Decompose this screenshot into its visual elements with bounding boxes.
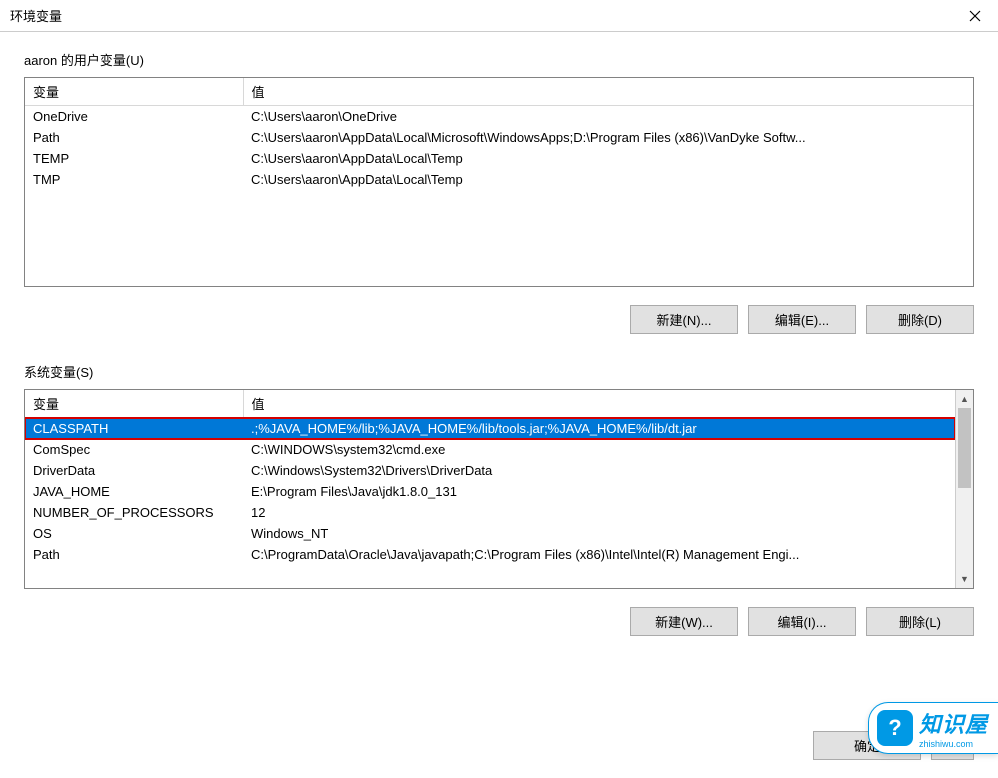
- user-col-var[interactable]: 变量: [25, 78, 243, 106]
- sys-vars-buttons: 新建(W)... 编辑(I)... 删除(L): [24, 607, 974, 636]
- table-row[interactable]: PathC:\ProgramData\Oracle\Java\javapath;…: [25, 544, 955, 565]
- sys-vars-table[interactable]: 变量 值 CLASSPATH.;%JAVA_HOME%/lib;%JAVA_HO…: [24, 389, 974, 589]
- user-vars-table[interactable]: 变量 值 OneDriveC:\Users\aaron\OneDrive Pat…: [24, 77, 974, 287]
- watermark-sub: zhishiwu.com: [919, 739, 988, 749]
- sys-col-var[interactable]: 变量: [25, 390, 243, 418]
- close-button[interactable]: [952, 0, 998, 32]
- sys-col-val[interactable]: 值: [243, 390, 955, 418]
- user-vars-buttons: 新建(N)... 编辑(E)... 删除(D): [24, 305, 974, 334]
- table-row[interactable]: JAVA_HOMEE:\Program Files\Java\jdk1.8.0_…: [25, 481, 955, 502]
- dialog-buttons: 确定 取: [0, 713, 998, 778]
- table-row[interactable]: DriverDataC:\Windows\System32\Drivers\Dr…: [25, 460, 955, 481]
- watermark-icon: ?: [877, 710, 913, 746]
- table-row[interactable]: TMPC:\Users\aaron\AppData\Local\Temp: [25, 169, 973, 190]
- user-col-val[interactable]: 值: [243, 78, 973, 106]
- window-title: 环境变量: [10, 6, 62, 25]
- sys-edit-button[interactable]: 编辑(I)...: [748, 607, 856, 636]
- table-row[interactable]: OneDriveC:\Users\aaron\OneDrive: [25, 106, 973, 128]
- sys-delete-button[interactable]: 删除(L): [866, 607, 974, 636]
- table-row[interactable]: CLASSPATH.;%JAVA_HOME%/lib;%JAVA_HOME%/l…: [25, 418, 955, 440]
- user-vars-label: aaron 的用户变量(U): [24, 50, 974, 69]
- table-row[interactable]: PathC:\Users\aaron\AppData\Local\Microso…: [25, 127, 973, 148]
- watermark: ? 知识屋 zhishiwu.com: [868, 702, 998, 754]
- sys-new-button[interactable]: 新建(W)...: [630, 607, 738, 636]
- user-delete-button[interactable]: 删除(D): [866, 305, 974, 334]
- titlebar: 环境变量: [0, 0, 998, 32]
- scroll-up-icon[interactable]: ▲: [956, 390, 973, 408]
- scroll-down-icon[interactable]: ▼: [956, 570, 973, 588]
- user-edit-button[interactable]: 编辑(E)...: [748, 305, 856, 334]
- watermark-text: 知识屋: [919, 707, 988, 739]
- user-new-button[interactable]: 新建(N)...: [630, 305, 738, 334]
- table-row[interactable]: ComSpecC:\WINDOWS\system32\cmd.exe: [25, 439, 955, 460]
- close-icon: [969, 10, 981, 22]
- sys-scrollbar[interactable]: ▲ ▼: [955, 390, 973, 588]
- table-row[interactable]: TEMPC:\Users\aaron\AppData\Local\Temp: [25, 148, 973, 169]
- sys-vars-label: 系统变量(S): [24, 362, 974, 381]
- scroll-thumb[interactable]: [958, 408, 971, 488]
- table-row[interactable]: NUMBER_OF_PROCESSORS12: [25, 502, 955, 523]
- table-row[interactable]: OSWindows_NT: [25, 523, 955, 544]
